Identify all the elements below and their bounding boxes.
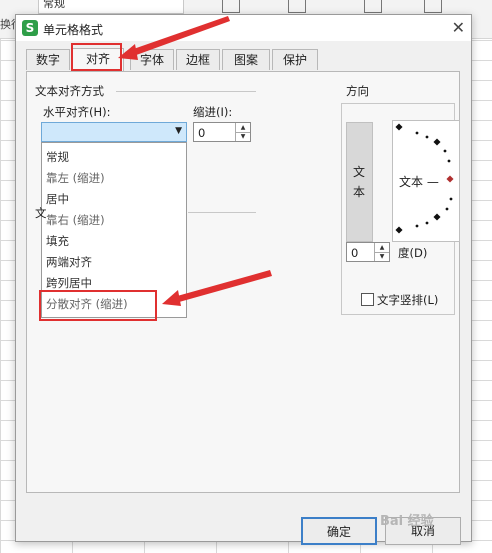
arrow-to-option-shaft — [170, 270, 272, 304]
watermark: Bai 经验 — [380, 514, 434, 529]
annotation-arrows — [118, 16, 272, 306]
arrow-to-tab-head — [118, 44, 138, 60]
arrow-to-option-head — [162, 290, 181, 306]
arrow-to-tab-shaft — [125, 16, 230, 58]
